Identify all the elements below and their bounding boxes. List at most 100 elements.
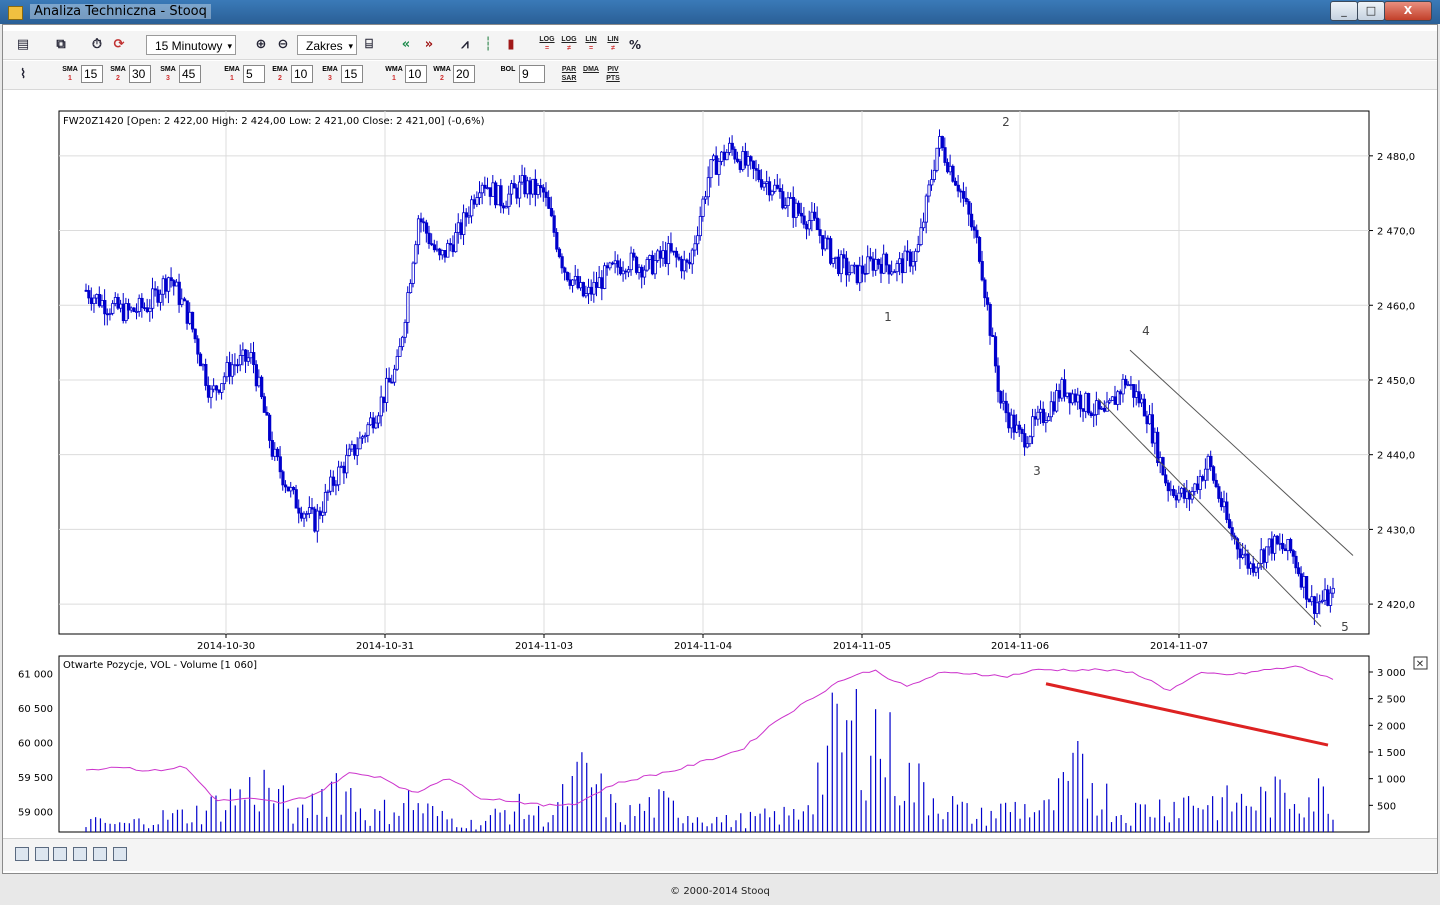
scale-sub: = [588,45,594,52]
indicator-label[interactable]: EMA 2 [269,65,291,83]
candle-body [1071,393,1075,404]
candle-body [1299,573,1303,588]
indicator-settings-icon[interactable]: ⌇ [13,65,33,85]
line-chart-icon[interactable]: ⩘ [455,35,475,55]
candle-body [736,158,740,162]
candle-body [738,161,742,170]
interval-value: 15 Minutowy [155,39,223,53]
interval-select[interactable]: 15 Minutowy ▾ [146,35,236,55]
refresh-icon[interactable]: ⟳ [109,35,129,55]
candle-body [1049,401,1053,418]
candle-body [1182,487,1186,499]
indicator-label[interactable]: EMA 1 [221,65,243,83]
properties-icon[interactable]: ▤ [13,35,33,55]
indicator-label[interactable]: SMA 3 [157,65,179,83]
indicator-period-input[interactable] [341,65,363,83]
y-tick-label: 2 430,0 [1377,525,1415,536]
candle-body [797,202,801,214]
export-icon[interactable] [35,847,49,861]
candle-body [637,266,641,273]
indicator-label[interactable]: EMA 3 [319,65,341,83]
indicator-label[interactable]: WMA 1 [383,65,405,83]
export-all-icon[interactable] [73,847,87,861]
lin-equal-scale-button[interactable]: LIN = [581,35,601,55]
print-icon[interactable] [113,847,127,861]
scroll-right-icon[interactable]: » [419,35,439,55]
log-equal-scale-button[interactable]: LOG = [537,35,557,55]
timer-icon[interactable]: ⏱ [87,35,107,55]
indicator-label[interactable]: WMA 2 [431,65,453,83]
minimize-button[interactable]: _ [1330,1,1358,21]
indicator-period-input[interactable] [405,65,427,83]
indicator-period-input[interactable] [291,65,313,83]
candle-body [478,192,482,198]
close-icon[interactable]: ✕ [1416,659,1424,670]
percent-scale-button[interactable]: % [625,35,645,55]
volume-panel-header: Otwarte Pozycje, VOL - Volume [1 060] [63,660,257,671]
candle-body [100,300,104,307]
zoom-in-icon[interactable]: ⊕ [251,35,271,55]
save-icon[interactable] [15,847,29,861]
y-tick-label: 2 480,0 [1377,152,1415,163]
candle-body [930,179,934,186]
candle-body [454,232,458,253]
zoom-out-icon[interactable]: ⊖ [273,35,293,55]
indicator-label[interactable]: BOL [497,65,519,74]
indicator-period-input[interactable] [453,65,475,83]
candle-body [778,187,782,192]
candle-body [690,249,695,265]
lin-unequal-scale-button[interactable]: LIN ≠ [603,35,623,55]
candle-body [680,258,684,272]
close-window-button[interactable]: X [1384,1,1432,21]
candle-body [1265,546,1269,563]
candle-body [794,202,798,218]
candle-body [517,181,522,199]
candle-body [669,243,673,252]
candle-body [366,424,370,436]
candlestick-chart-icon[interactable]: ▮ [501,35,521,55]
indicator-period-input[interactable] [129,65,151,83]
indicator-period-input[interactable] [243,65,265,83]
indicator-period-input[interactable] [519,65,545,83]
candle-body [323,491,328,513]
candle-body [765,181,769,184]
candle-body [286,486,290,492]
chart-area[interactable]: 2 480,0 2 470,0 2 460,0 2 450,0 2 440,0 2 430… [3,91,1437,851]
new-window-icon[interactable]: ⧉ [51,35,71,55]
candle-body [127,303,131,311]
candle-body [137,297,141,312]
candle-body [350,444,354,450]
candle-body [462,212,466,236]
candle-body [510,183,514,195]
candle-body [515,187,519,199]
indicator-period-input[interactable] [179,65,201,83]
candle-body [305,513,309,515]
candle-body [967,201,971,215]
scroll-left-icon[interactable]: « [396,35,416,55]
log-unequal-scale-button[interactable]: LOG ≠ [559,35,579,55]
candle-body [906,250,910,253]
candle-body [810,211,814,221]
dma-button[interactable]: DMA [581,65,601,85]
range-select[interactable]: Zakres ▾ [297,35,357,55]
export-up-icon[interactable] [53,847,67,861]
candle-body [932,169,936,180]
candle-body [129,307,134,311]
parabolic-sar-button[interactable]: PAR SAR [559,65,579,85]
candle-body [573,275,578,281]
indicator-label[interactable]: SMA 1 [59,65,81,83]
range-chart-icon[interactable]: ⌸ [359,35,379,55]
pivot-points-button[interactable]: PIV PTS [603,65,623,85]
scale-label: LIN [607,36,619,43]
candle-body [674,250,679,258]
indicator-period-input[interactable] [81,65,103,83]
ohlc-chart-icon[interactable]: ┆ [478,35,498,55]
candle-body [536,185,540,195]
fullscreen-icon[interactable] [93,847,107,861]
maximize-button[interactable]: □ [1357,1,1385,21]
candle-body [307,507,312,514]
indicator-label[interactable]: SMA 2 [107,65,129,83]
vol-tick-label: 2 500 [1377,695,1406,706]
candle-body [658,250,663,259]
candle-body [140,297,144,309]
